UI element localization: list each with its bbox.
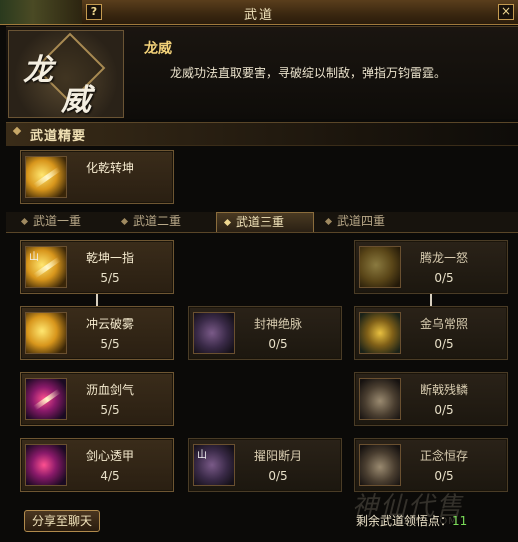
tab-label: 武道一重 bbox=[33, 214, 82, 228]
tab-dot-icon bbox=[324, 217, 333, 226]
skill-card-count: 5/5 bbox=[100, 403, 120, 417]
section-title: 武道精要 bbox=[30, 129, 87, 144]
tab-tier-3[interactable]: 武道三重 bbox=[216, 212, 314, 232]
tab-dot-icon bbox=[120, 217, 129, 226]
skill-card-name: 乾坤一指 bbox=[85, 251, 134, 265]
remaining-points: 剩余武道领悟点：11 bbox=[356, 512, 467, 529]
window-title: 武道 bbox=[243, 8, 274, 23]
tab-dot-icon bbox=[223, 218, 232, 227]
essence-skill-name: 化乾转坤 bbox=[85, 161, 134, 175]
skill-card-name: 正念恒存 bbox=[419, 449, 468, 463]
skill-description: 龙威功法直取要害，寻破绽以制敌，弹指万钧雷霆。 bbox=[170, 66, 447, 80]
skill-connector bbox=[96, 294, 98, 306]
skill-card-name: 冲云破雾 bbox=[85, 317, 134, 331]
skill-card-name: 擢阳断月 bbox=[253, 449, 302, 463]
skill-name: 龙威 bbox=[144, 41, 172, 57]
skill-card-name: 沥血剑气 bbox=[85, 383, 134, 397]
skill-card-name: 腾龙一怒 bbox=[419, 251, 468, 265]
skill-card-name: 剑心透甲 bbox=[85, 449, 134, 463]
skill-card-count: 0/5 bbox=[268, 337, 288, 351]
skill-card-name: 封神绝脉 bbox=[253, 317, 302, 331]
skill-card[interactable]: 金乌常照 0/5 bbox=[354, 306, 508, 360]
remaining-points-label: 剩余武道领悟点： bbox=[356, 514, 453, 528]
skill-card-name: 断戟残鳞 bbox=[419, 383, 468, 397]
skill-card-count: 5/5 bbox=[100, 337, 120, 351]
tab-tier-4[interactable]: 武道四重 bbox=[318, 212, 414, 231]
tab-label: 武道三重 bbox=[236, 215, 285, 229]
essence-skill-card[interactable]: 化乾转坤 bbox=[20, 150, 174, 204]
skill-card-count: 0/5 bbox=[434, 271, 454, 285]
close-button[interactable]: × bbox=[498, 4, 514, 20]
skill-card-count: 0/5 bbox=[434, 469, 454, 483]
tab-label: 武道四重 bbox=[337, 214, 386, 228]
skill-card-name: 金乌常照 bbox=[419, 317, 468, 331]
share-to-chat-button[interactable]: 分享至聊天 bbox=[24, 510, 100, 532]
skill-card-count: 5/5 bbox=[100, 271, 120, 285]
skill-connector bbox=[430, 294, 432, 306]
emblem-char-2: 威 bbox=[61, 83, 91, 118]
skill-card-count: 4/5 bbox=[100, 469, 120, 483]
skill-card[interactable]: 腾龙一怒 0/5 bbox=[354, 240, 508, 294]
emblem-char-1: 龙 bbox=[23, 53, 53, 88]
remaining-points-value: 11 bbox=[452, 514, 468, 528]
skill-card[interactable]: 冲云破雾 5/5 bbox=[20, 306, 174, 360]
skill-card[interactable]: 山 乾坤一指 5/5 bbox=[20, 240, 174, 294]
skill-card-count: 0/5 bbox=[434, 337, 454, 351]
skill-card-count: 0/5 bbox=[434, 403, 454, 417]
skill-card[interactable]: 正念恒存 0/5 bbox=[354, 438, 508, 492]
skill-emblem-icon: 龙 威 bbox=[8, 30, 124, 118]
tab-dot-icon bbox=[20, 217, 29, 226]
skill-card[interactable]: 剑心透甲 4/5 bbox=[20, 438, 174, 492]
skill-card[interactable]: 山 擢阳断月 0/5 bbox=[188, 438, 342, 492]
tab-tier-1[interactable]: 武道一重 bbox=[14, 212, 110, 231]
skill-card[interactable]: 沥血剑气 5/5 bbox=[20, 372, 174, 426]
skill-card[interactable]: 封神绝脉 0/5 bbox=[188, 306, 342, 360]
skill-card-count: 0/5 bbox=[268, 469, 288, 483]
tab-tier-2[interactable]: 武道二重 bbox=[114, 212, 210, 231]
tab-label: 武道二重 bbox=[133, 214, 182, 228]
skill-card[interactable]: 断戟残鳞 0/5 bbox=[354, 372, 508, 426]
